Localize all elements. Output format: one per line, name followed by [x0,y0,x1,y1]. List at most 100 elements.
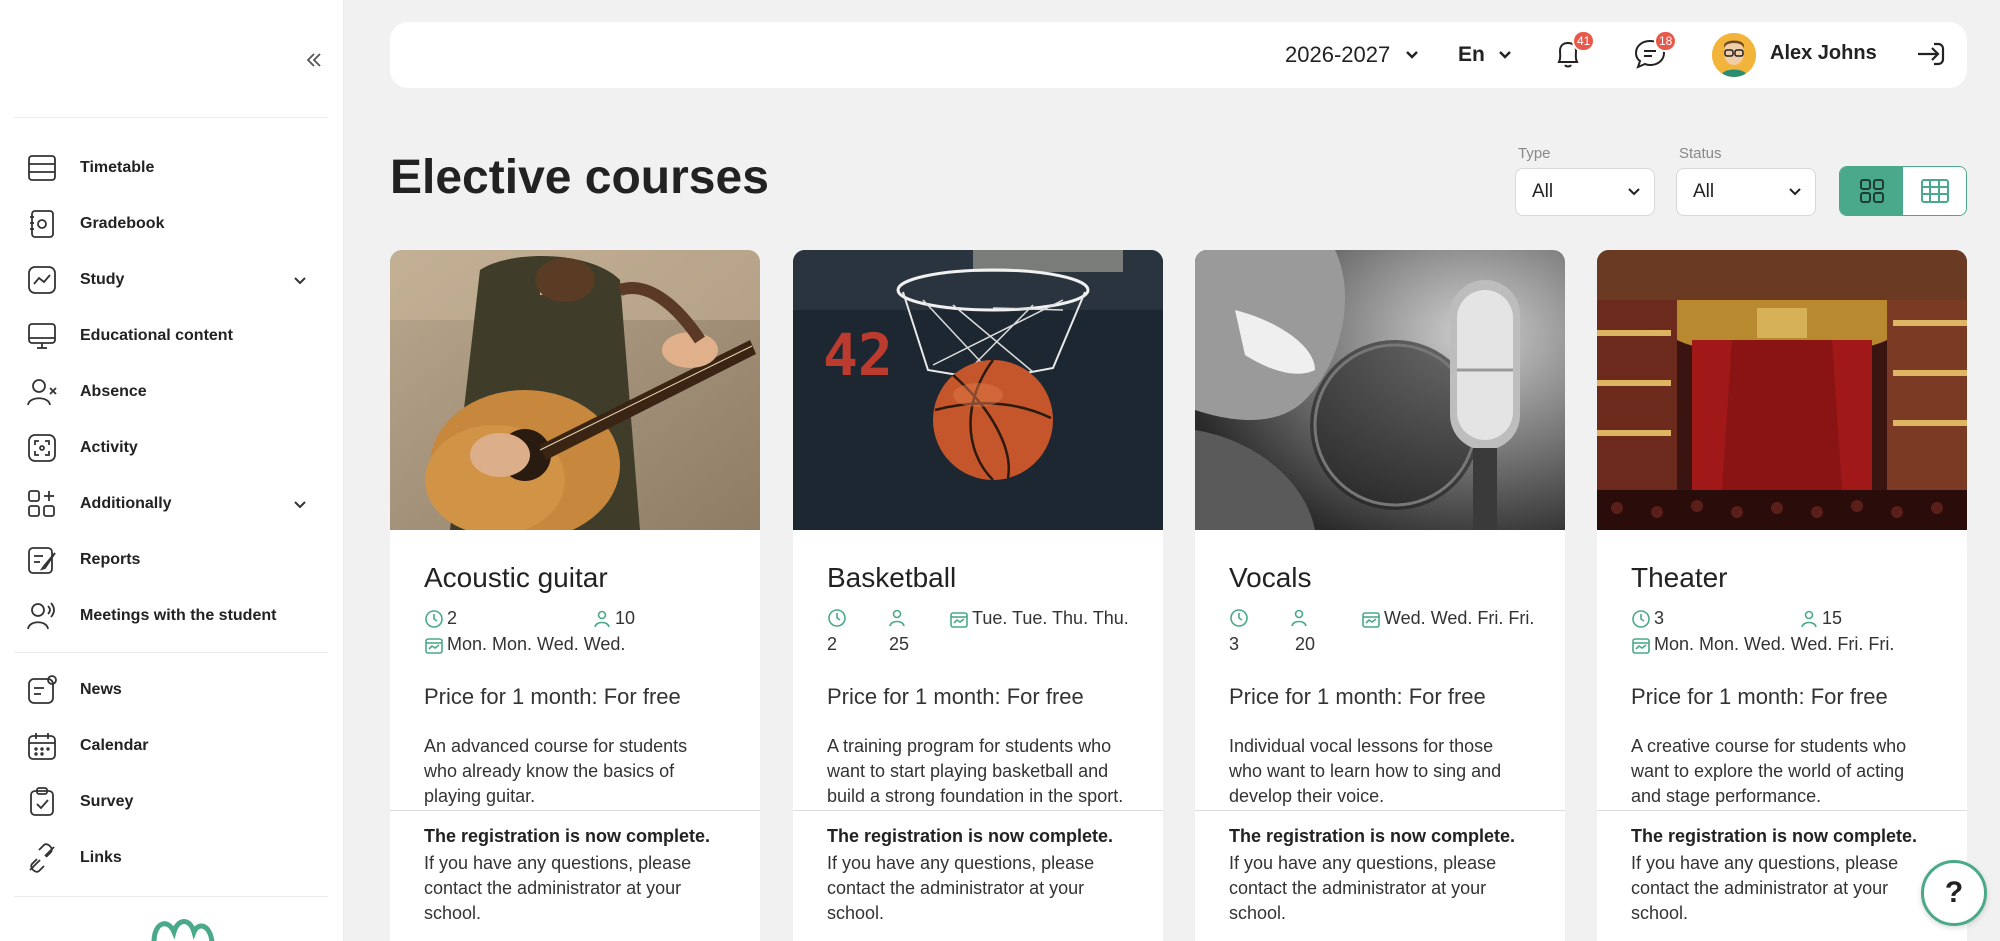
notifications-button[interactable]: 41 [1550,30,1596,76]
logout-button[interactable] [1912,36,1952,76]
registration-status: The registration is now complete. [424,826,711,846]
language-select[interactable]: En [1458,40,1513,70]
chevron-down-icon[interactable] [290,270,310,290]
sidebar-item-meetings[interactable]: Meetings with the student [14,594,328,638]
sidebar-item-label: Absence [80,383,147,400]
view-toggle [1839,166,1967,216]
sidebar-item-news[interactable]: News [14,668,328,712]
link-icon [24,840,60,876]
sidebar-item-survey[interactable]: Survey [14,780,328,824]
avatar[interactable] [1712,33,1756,77]
help-label: ? [1944,876,1964,909]
sidebar-item-absence[interactable]: Absence [14,370,328,414]
clock-icon [1632,609,1650,628]
timetable-icon [24,150,60,186]
registration-note: If you have any questions, please contac… [1229,853,1497,923]
course-description: An advanced course for students who alre… [424,736,688,806]
user-name[interactable]: Alex Johns [1770,42,1877,65]
sidebar-item-reports[interactable]: Reports [14,538,328,582]
calendar-icon [950,611,968,628]
academic-year-select[interactable]: 2026-2027 [1285,40,1420,70]
status-filter-label: Status [1679,145,1722,162]
messages-button[interactable]: 18 [1632,30,1678,76]
survey-icon [24,784,60,820]
status-filter-select[interactable]: All [1676,168,1816,216]
user-icon [1291,609,1307,627]
card-divider [390,810,760,811]
course-price: Price for 1 month: For free [424,684,681,709]
registration-note: If you have any questions, please contac… [827,853,1095,923]
grid-view-button[interactable] [1840,167,1903,215]
reports-icon [24,542,60,578]
type-filter-value: All [1532,181,1554,202]
course-card-acoustic-guitar[interactable]: Acoustic guitar 2 10 Mon. Mon. Wed. Wed.… [390,250,760,941]
course-hours-icon-row [827,608,850,628]
course-title: Acoustic guitar [424,562,608,593]
course-card-basketball[interactable]: 42 Basketball Tue. Tue. Thu. Thu. 2 25 P… [793,250,1163,941]
sidebar-item-calendar[interactable]: Calendar [14,724,328,768]
user-avatar-image [1712,33,1756,77]
grid-icon [1859,179,1884,203]
grid-plus-icon [24,486,60,522]
sidebar-item-label: Links [80,849,122,866]
course-students-icon-row [1289,608,1312,628]
course-title: Vocals [1229,562,1312,593]
sidebar-item-links[interactable]: Links [14,836,328,880]
notifications-badge: 41 [1572,30,1596,52]
sidebar: Timetable Gradebook Study Educational co… [0,0,344,941]
collapse-sidebar-button[interactable] [300,46,328,74]
sidebar-item-gradebook[interactable]: Gradebook [14,202,328,246]
registration-note: If you have any questions, please contac… [1631,853,1899,923]
sidebar-item-label: Timetable [80,159,155,176]
user-x-icon [24,374,60,410]
course-description: Individual vocal lessons for those who w… [1229,736,1502,806]
clock-icon [828,609,846,627]
course-description: A training program for students who want… [827,736,1124,806]
sidebar-item-label: Activity [80,439,138,456]
calendar-icon [24,728,60,764]
course-card-vocals[interactable]: Vocals Wed. Wed. Fri. Fri. 3 20 Price fo… [1195,250,1565,941]
user-icon [889,609,905,627]
clock-icon [1230,609,1248,627]
table-view-button[interactable] [1903,167,1966,215]
sidebar-item-activity[interactable]: Activity [14,426,328,470]
meetings-icon [24,598,60,634]
sidebar-item-educational-content[interactable]: Educational content [14,314,328,358]
svg-text:42: 42 [823,321,893,389]
registration-note: If you have any questions, please contac… [424,853,692,923]
sidebar-item-study[interactable]: Study [14,258,328,302]
course-students: 15 [1799,608,1842,629]
sidebar-item-timetable[interactable]: Timetable [14,146,328,190]
registration-status: The registration is now complete. [1229,826,1516,846]
course-hours-icon-row [1229,608,1252,628]
messages-badge: 18 [1654,30,1678,52]
course-card-theater[interactable]: Theater 3 15 Mon. Mon. Wed. Wed. Fri. Fr… [1597,250,1967,941]
sidebar-item-label: Educational content [80,327,233,344]
type-filter-label: Type [1518,145,1551,162]
course-students: 10 [592,608,635,629]
table-icon [1920,179,1949,203]
card-divider [1195,810,1565,811]
course-price: Price for 1 month: For free [1631,684,1888,709]
type-filter-select[interactable]: All [1515,168,1655,216]
sidebar-item-label: Calendar [80,737,149,754]
chevron-down-icon [1498,51,1511,59]
course-days: Tue. Tue. Thu. Thu. [949,608,1129,629]
chevron-down-icon [1628,188,1640,196]
card-divider [793,810,1163,811]
sidebar-item-additionally[interactable]: Additionally [14,482,328,526]
clock-icon [425,609,443,628]
logout-icon [1918,42,1945,66]
chevron-down-icon[interactable] [290,494,310,514]
user-icon [1801,610,1817,627]
status-filter-value: All [1693,181,1715,202]
course-image-theater [1597,250,1967,530]
sidebar-divider [14,117,328,118]
page-title: Elective courses [390,151,769,204]
course-hours: 2 [424,608,457,629]
sidebar-item-label: Study [80,271,125,288]
calendar-icon [425,637,443,654]
course-hours: 2 [827,634,838,654]
help-button[interactable]: ? [1921,860,1987,926]
course-students-icon-row [887,608,910,628]
